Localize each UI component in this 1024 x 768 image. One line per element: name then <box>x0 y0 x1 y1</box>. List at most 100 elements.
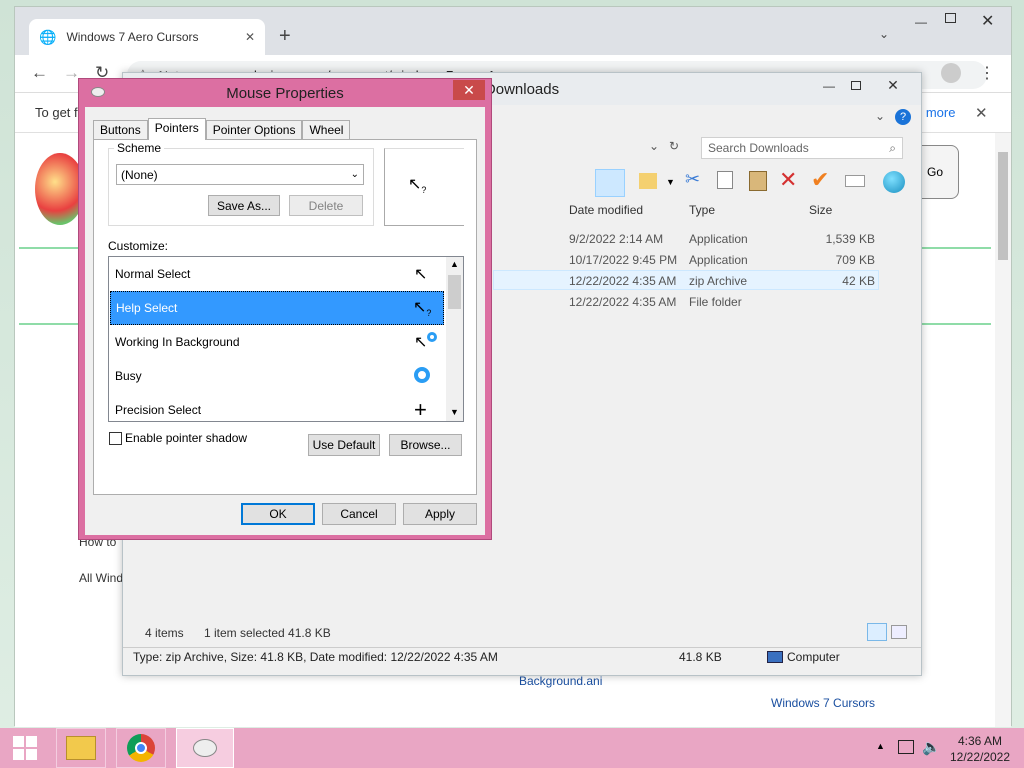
tab-pointer-options[interactable]: Pointer Options <box>205 120 303 140</box>
taskbar-chrome[interactable] <box>116 728 166 768</box>
tab-wheel[interactable]: Wheel <box>302 120 351 140</box>
use-default-button[interactable]: Use Default <box>308 434 380 456</box>
volume-icon[interactable]: 🔈 <box>922 738 941 756</box>
paste-icon[interactable] <box>749 171 767 191</box>
new-tab-button[interactable]: + <box>279 25 291 48</box>
row-2-size: 709 KB <box>835 253 875 267</box>
pointer-item-label: Busy <box>115 369 142 383</box>
search-box[interactable]: Search Downloads ⌕ <box>701 137 903 159</box>
dialog-body: Buttons Pointers Pointer Options Wheel S… <box>85 107 485 535</box>
row-3-type: zip Archive <box>689 274 748 288</box>
tab-strip: 🌐 Windows 7 Aero Cursors ✕ + ⌄ — ✕ <box>15 7 1011 55</box>
tab-pointers[interactable]: Pointers <box>147 118 206 140</box>
scheme-select[interactable]: (None) ⌄ <box>116 164 364 185</box>
search-placeholder: Search Downloads <box>708 141 809 155</box>
network-icon[interactable] <box>898 740 914 754</box>
dialog-tabs: Buttons Pointers Pointer Options Wheel <box>93 118 351 140</box>
pointer-item-normal[interactable]: Normal Select ↖ <box>110 257 444 291</box>
cancel-button[interactable]: Cancel <box>322 503 396 525</box>
scheme-value: (None) <box>121 167 158 182</box>
help-icon[interactable]: ? <box>895 109 911 125</box>
ok-button[interactable]: OK <box>241 503 315 525</box>
apply-button[interactable]: Apply <box>403 503 477 525</box>
explorer-close[interactable]: ✕ <box>871 75 915 95</box>
rename-icon[interactable] <box>845 175 865 187</box>
browse-label: Browse... <box>400 438 451 452</box>
row-4-date: 12/22/2022 4:35 AM <box>569 295 677 309</box>
tab-search-icon[interactable]: ⌄ <box>879 27 889 41</box>
address-dropdown-icon[interactable]: ⌄ <box>649 139 659 153</box>
mouse-properties-dialog: Mouse Properties ✕ Buttons Pointers Poin… <box>78 78 492 540</box>
back-icon[interactable]: ← <box>31 63 48 83</box>
globe-icon[interactable] <box>883 171 905 193</box>
col-date[interactable]: Date modified <box>569 203 643 217</box>
file-explorer-icon <box>66 736 96 760</box>
clock-date[interactable]: 12/22/2022 <box>944 750 1016 764</box>
browse-button[interactable]: Browse... <box>389 434 462 456</box>
explorer-title: Downloads <box>484 80 560 98</box>
row-3-size: 42 KB <box>842 274 875 288</box>
info-close-icon[interactable]: ✕ <box>975 104 988 122</box>
page-link-bottom[interactable]: Background.ani <box>519 674 602 688</box>
close-icon: ✕ <box>463 81 475 98</box>
menu-icon[interactable]: ⋮ <box>979 63 995 83</box>
search-icon: ⌕ <box>889 140 896 155</box>
refresh-icon[interactable]: ↻ <box>669 139 679 153</box>
folder-icon[interactable] <box>639 173 657 189</box>
page-link-cursors[interactable]: Windows 7 Cursors <box>771 696 875 710</box>
mouse-app-icon <box>91 87 105 97</box>
profile-icon[interactable] <box>941 63 961 83</box>
help-cursor-preview-icon: ↖? <box>408 176 427 196</box>
scroll-up-icon[interactable]: ▲ <box>450 259 459 269</box>
pointer-item-working[interactable]: Working In Background ↖ <box>110 325 444 359</box>
save-as-label: Save As... <box>216 198 272 213</box>
explorer-maximize[interactable] <box>851 81 861 90</box>
list-scroll-thumb[interactable] <box>448 275 461 309</box>
scroll-down-icon[interactable]: ▼ <box>450 407 459 417</box>
maximize-button[interactable] <box>945 13 956 23</box>
chevron-down-icon: ⌄ <box>350 169 359 180</box>
details-view-icon[interactable] <box>867 623 887 641</box>
pointer-item-label: Normal Select <box>115 267 191 281</box>
close-tab-icon[interactable]: ✕ <box>245 30 255 44</box>
tray-chevron-icon[interactable]: ▲ <box>876 741 885 751</box>
pointer-list[interactable]: Normal Select ↖ Help Select ↖? Working I… <box>108 256 464 422</box>
pointer-item-busy[interactable]: Busy <box>110 359 444 393</box>
col-type[interactable]: Type <box>689 203 715 217</box>
large-icons-view-icon[interactable] <box>891 625 907 639</box>
pointer-item-help[interactable]: Help Select ↖? <box>110 291 444 325</box>
clock-time[interactable]: 4:36 AM <box>944 734 1016 748</box>
delete-button[interactable]: Delete <box>289 195 363 216</box>
ok-label: OK <box>269 507 287 521</box>
cancel-label: Cancel <box>340 507 378 521</box>
explorer-minimize[interactable]: — <box>823 79 835 93</box>
preview-pane-icon[interactable] <box>595 169 625 197</box>
expand-ribbon-icon[interactable]: ⌄ <box>875 109 885 123</box>
page-scroll-thumb[interactable] <box>998 152 1008 260</box>
status-size: 41.8 KB <box>679 650 722 664</box>
minimize-button[interactable]: — <box>915 15 927 29</box>
pointer-item-precision[interactable]: Precision Select + <box>110 393 444 421</box>
taskbar-explorer[interactable] <box>56 728 106 768</box>
dialog-title: Mouse Properties <box>226 84 344 102</box>
save-as-button[interactable]: Save As... <box>208 195 280 216</box>
pointer-item-label: Help Select <box>116 301 178 315</box>
check-icon[interactable]: ✔ <box>811 167 829 193</box>
pointer-shadow-checkbox[interactable] <box>109 432 122 445</box>
pointer-shadow-label: Enable pointer shadow <box>125 431 248 445</box>
use-default-label: Use Default <box>312 438 376 452</box>
col-size[interactable]: Size <box>809 203 832 217</box>
taskbar-mouse[interactable] <box>176 728 234 768</box>
tab-buttons[interactable]: Buttons <box>93 120 148 140</box>
dropdown-arrow-icon[interactable]: ▼ <box>666 177 675 187</box>
dialog-close-button[interactable]: ✕ <box>453 80 485 100</box>
delete-icon[interactable]: ✕ <box>779 167 797 193</box>
close-window-button[interactable]: ✕ <box>981 11 994 31</box>
copy-icon[interactable] <box>717 171 733 189</box>
chrome-icon <box>127 734 155 762</box>
start-button[interactable] <box>0 728 50 768</box>
browser-tab[interactable]: 🌐 Windows 7 Aero Cursors ✕ <box>29 19 265 55</box>
cut-icon[interactable]: ✂ <box>685 169 700 190</box>
row-2-date: 10/17/2022 9:45 PM <box>569 253 678 267</box>
delete-label: Delete <box>308 198 344 213</box>
